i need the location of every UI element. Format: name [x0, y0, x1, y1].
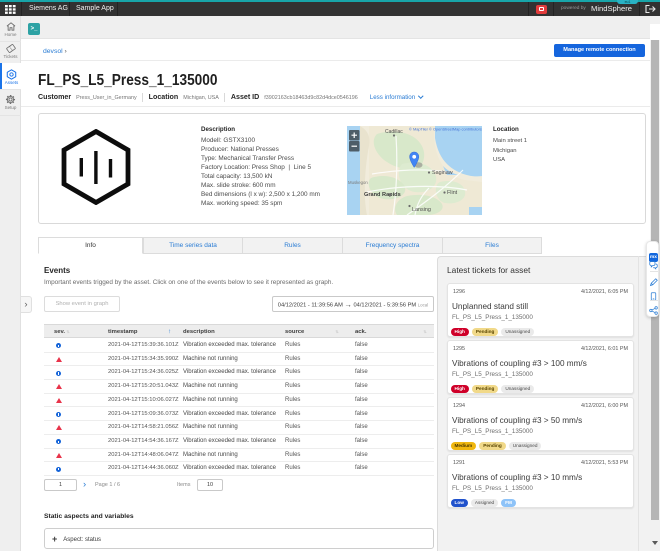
svg-text:Cadillac: Cadillac — [385, 129, 403, 135]
svg-text:Flint: Flint — [447, 190, 458, 196]
svg-text:Muskegon: Muskegon — [348, 180, 368, 185]
svg-text:Saginaw: Saginaw — [432, 170, 453, 176]
svg-text:© MapTiler © OpenStreetMap con: © MapTiler © OpenStreetMap contributors — [409, 127, 482, 132]
svg-text:Grand Rapids: Grand Rapids — [364, 192, 401, 198]
svg-text:Lansing: Lansing — [412, 207, 431, 213]
